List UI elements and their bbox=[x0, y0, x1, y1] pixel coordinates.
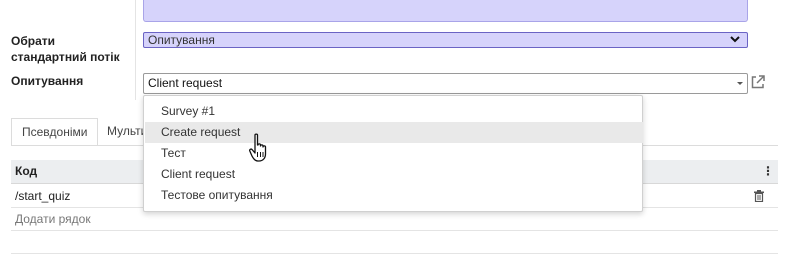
tab-aliases-label: Псевдоніми bbox=[22, 125, 88, 139]
flow-label-line2: стандартний потік bbox=[11, 50, 120, 64]
table-row-empty bbox=[11, 231, 778, 254]
survey-label: Опитування bbox=[11, 74, 84, 88]
tab-multi-label: Мульти bbox=[107, 124, 148, 138]
column-header-code[interactable]: Код bbox=[15, 160, 37, 183]
caret-down-icon bbox=[736, 74, 744, 100]
external-link-icon[interactable] bbox=[750, 74, 766, 90]
trash-icon[interactable] bbox=[754, 190, 764, 202]
survey-select[interactable]: Client request bbox=[143, 73, 748, 94]
flow-select[interactable]: Опитування bbox=[143, 32, 748, 48]
divider bbox=[135, 0, 136, 100]
text-area-field[interactable] bbox=[143, 0, 748, 22]
flow-label: Обрати стандартний потік bbox=[11, 33, 120, 65]
chevron-down-icon bbox=[729, 33, 741, 49]
vertical-dots-icon[interactable]: ⋮ bbox=[762, 160, 774, 183]
dropdown-option[interactable]: Тестове опитування bbox=[145, 185, 643, 206]
add-row-link[interactable]: Додати рядок bbox=[15, 208, 91, 230]
survey-select-value: Client request bbox=[148, 76, 223, 90]
dropdown-option[interactable]: Survey #1 bbox=[145, 101, 643, 122]
dropdown-option-hovered[interactable]: Create request bbox=[145, 122, 643, 143]
dropdown-option[interactable]: Тест bbox=[145, 143, 643, 164]
survey-dropdown-menu[interactable]: Survey #1 Create request Тест Client req… bbox=[143, 95, 643, 212]
row-code-value[interactable]: /start_quiz bbox=[15, 185, 70, 207]
flow-label-line1: Обрати bbox=[11, 34, 56, 48]
tab-aliases[interactable]: Псевдоніми bbox=[11, 118, 99, 146]
dropdown-option[interactable]: Client request bbox=[145, 164, 643, 185]
flow-select-value: Опитування bbox=[148, 33, 215, 47]
hand-pointer-icon bbox=[249, 133, 267, 162]
